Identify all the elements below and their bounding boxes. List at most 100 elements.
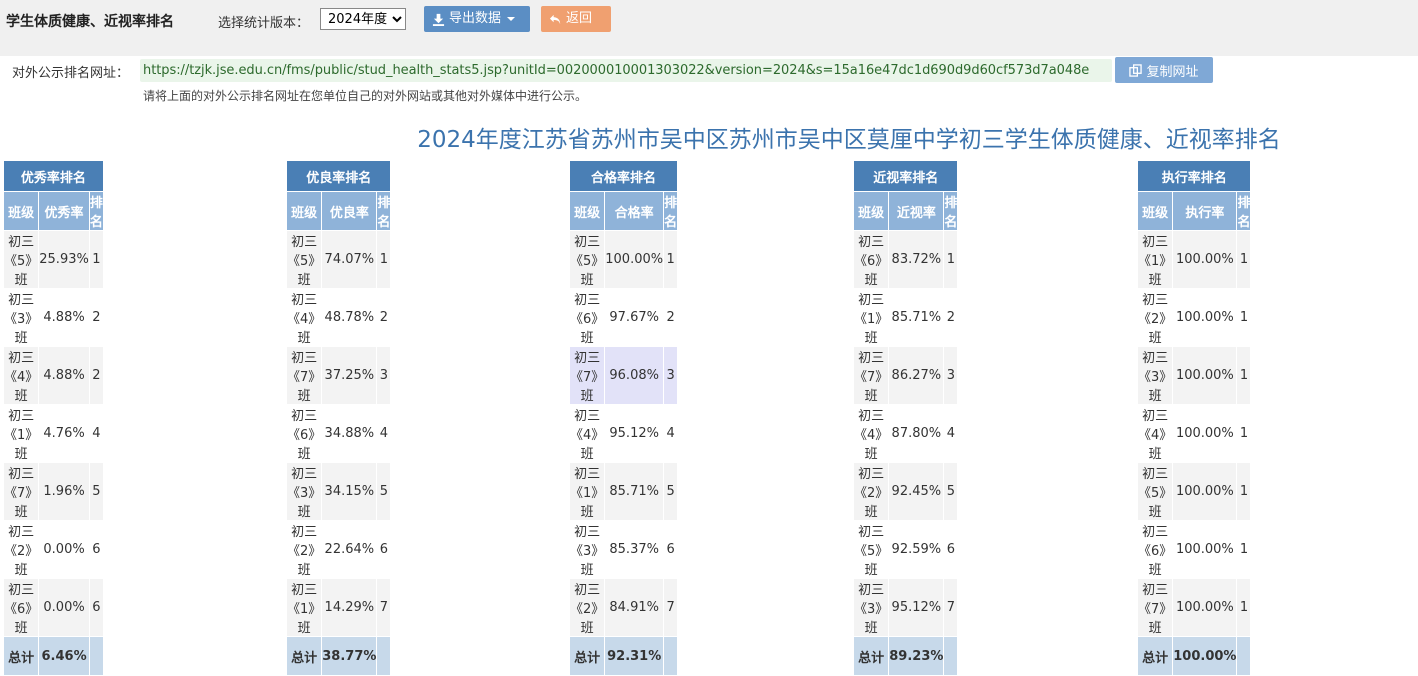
rate-cell: 1.96% (38, 462, 90, 521)
table-row[interactable]: 初三《4》班 100.00% 1 (1136, 404, 1252, 463)
table-row[interactable]: 初三《4》班 48.78% 2 (285, 288, 392, 347)
table-row[interactable]: 初三《4》班 95.12% 4 (568, 404, 679, 463)
total-rate: 6.46% (38, 636, 90, 676)
table-row[interactable]: 初三《5》班 100.00% 1 (1136, 462, 1252, 521)
rate-cell: 100.00% (1172, 230, 1238, 289)
total-rank (376, 636, 392, 676)
class-cell: 初三《5》班 (285, 230, 323, 289)
total-row: 总计 38.77% (285, 636, 392, 676)
rate-cell: 87.80% (888, 404, 945, 463)
ranking-table: 优良率排名 班级 优良率 排名 初三《5》班 74.07% 1 初三《4》班 48.78% 2 初三… (285, 160, 392, 676)
column-header[interactable]: 班级 (1136, 191, 1174, 231)
table-row[interactable]: 初三《4》班 4.88% 2 (2, 346, 104, 405)
column-header[interactable]: 排名 (376, 191, 392, 231)
class-cell: 初三《5》班 (2, 230, 40, 289)
table-row[interactable]: 初三《6》班 97.67% 2 (568, 288, 679, 347)
table-row[interactable]: 初三《1》班 85.71% 5 (568, 462, 679, 521)
table-row[interactable]: 初三《5》班 74.07% 1 (285, 230, 392, 289)
table-row[interactable]: 初三《6》班 83.72% 1 (852, 230, 959, 289)
column-header[interactable]: 优秀率 (38, 191, 90, 231)
rate-cell: 48.78% (321, 288, 378, 347)
table-row[interactable]: 初三《7》班 86.27% 3 (852, 346, 959, 405)
total-rate: 38.77% (321, 636, 378, 676)
table-row[interactable]: 初三《5》班 92.59% 6 (852, 520, 959, 579)
rank-cell: 3 (943, 346, 959, 405)
rank-cell: 1 (1236, 346, 1252, 405)
rank-cell: 1 (1236, 578, 1252, 637)
table-row[interactable]: 初三《1》班 100.00% 1 (1136, 230, 1252, 289)
table-group-header: 近视率排名 (852, 160, 959, 192)
class-cell: 初三《7》班 (852, 346, 890, 405)
rate-cell: 92.45% (888, 462, 945, 521)
rank-cell: 1 (376, 230, 392, 289)
table-row[interactable]: 初三《3》班 85.37% 6 (568, 520, 679, 579)
version-select[interactable]: 2024年度 (320, 8, 406, 30)
class-cell: 初三《3》班 (1136, 346, 1174, 405)
rate-cell: 0.00% (38, 578, 90, 637)
class-cell: 初三《3》班 (2, 288, 40, 347)
back-label: 返回 (566, 11, 593, 26)
rate-cell: 14.29% (321, 578, 378, 637)
back-button[interactable]: 返回 (541, 6, 611, 32)
class-cell: 初三《2》班 (852, 462, 890, 521)
table-row[interactable]: 初三《3》班 100.00% 1 (1136, 346, 1252, 405)
table-row[interactable]: 初三《1》班 4.76% 4 (2, 404, 104, 463)
column-header[interactable]: 排名 (943, 191, 959, 231)
table-row[interactable]: 初三《5》班 100.00% 1 (568, 230, 679, 289)
column-header[interactable]: 班级 (568, 191, 606, 231)
table-row[interactable]: 初三《2》班 0.00% 6 (2, 520, 104, 579)
table-row[interactable]: 初三《7》班 37.25% 3 (285, 346, 392, 405)
table-row[interactable]: 初三《7》班 100.00% 1 (1136, 578, 1252, 637)
export-data-label: 导出数据 (449, 11, 502, 26)
column-header[interactable]: 排名 (663, 191, 679, 231)
rank-cell: 6 (376, 520, 392, 579)
export-data-button[interactable]: 导出数据 (424, 6, 530, 32)
copy-url-label: 复制网址 (1146, 64, 1199, 80)
column-header[interactable]: 班级 (852, 191, 890, 231)
table-row[interactable]: 初三《7》班 96.08% 3 (568, 346, 679, 405)
rank-cell: 1 (1236, 288, 1252, 347)
version-label: 选择统计版本： (218, 16, 310, 31)
total-rank (1236, 636, 1252, 676)
table-row[interactable]: 初三《2》班 22.64% 6 (285, 520, 392, 579)
table-row[interactable]: 初三《5》班 25.93% 1 (2, 230, 104, 289)
class-cell: 初三《2》班 (568, 578, 606, 637)
table-row[interactable]: 初三《1》班 14.29% 7 (285, 578, 392, 637)
rank-cell: 1 (1236, 404, 1252, 463)
undo-icon (549, 14, 561, 24)
copy-url-button[interactable]: 复制网址 (1115, 57, 1213, 83)
table-row[interactable]: 初三《3》班 4.88% 2 (2, 288, 104, 347)
rate-cell: 100.00% (1172, 346, 1238, 405)
column-header[interactable]: 班级 (2, 191, 40, 231)
table-row[interactable]: 初三《4》班 87.80% 4 (852, 404, 959, 463)
ranking-table: 优秀率排名 班级 优秀率 排名 初三《5》班 25.93% 1 初三《3》班 4.88% 2 初三《… (2, 160, 104, 676)
rank-cell: 2 (88, 346, 104, 405)
table-row[interactable]: 初三《2》班 92.45% 5 (852, 462, 959, 521)
table-row[interactable]: 初三《3》班 95.12% 7 (852, 578, 959, 637)
column-header[interactable]: 近视率 (888, 191, 945, 231)
table-group-header: 执行率排名 (1136, 160, 1252, 192)
public-url-field[interactable]: https://tzjk.jse.edu.cn/fms/public/stud_… (140, 59, 1112, 82)
table-row[interactable]: 初三《6》班 34.88% 4 (285, 404, 392, 463)
table-row[interactable]: 初三《2》班 100.00% 1 (1136, 288, 1252, 347)
rate-cell: 4.88% (38, 346, 90, 405)
column-header[interactable]: 排名 (1236, 191, 1252, 231)
table-row[interactable]: 初三《6》班 100.00% 1 (1136, 520, 1252, 579)
column-header[interactable]: 班级 (285, 191, 323, 231)
table-row[interactable]: 初三《3》班 34.15% 5 (285, 462, 392, 521)
class-cell: 初三《6》班 (568, 288, 606, 347)
column-header[interactable]: 排名 (88, 191, 104, 231)
table-row[interactable]: 初三《1》班 85.71% 2 (852, 288, 959, 347)
column-header[interactable]: 执行率 (1172, 191, 1238, 231)
rank-cell: 3 (663, 346, 679, 405)
class-cell: 初三《1》班 (852, 288, 890, 347)
total-row: 总计 92.31% (568, 636, 679, 676)
table-row[interactable]: 初三《7》班 1.96% 5 (2, 462, 104, 521)
rate-cell: 25.93% (38, 230, 90, 289)
table-row[interactable]: 初三《6》班 0.00% 6 (2, 578, 104, 637)
total-rate: 92.31% (604, 636, 665, 676)
class-cell: 初三《4》班 (852, 404, 890, 463)
column-header[interactable]: 合格率 (604, 191, 665, 231)
column-header[interactable]: 优良率 (321, 191, 378, 231)
table-row[interactable]: 初三《2》班 84.91% 7 (568, 578, 679, 637)
